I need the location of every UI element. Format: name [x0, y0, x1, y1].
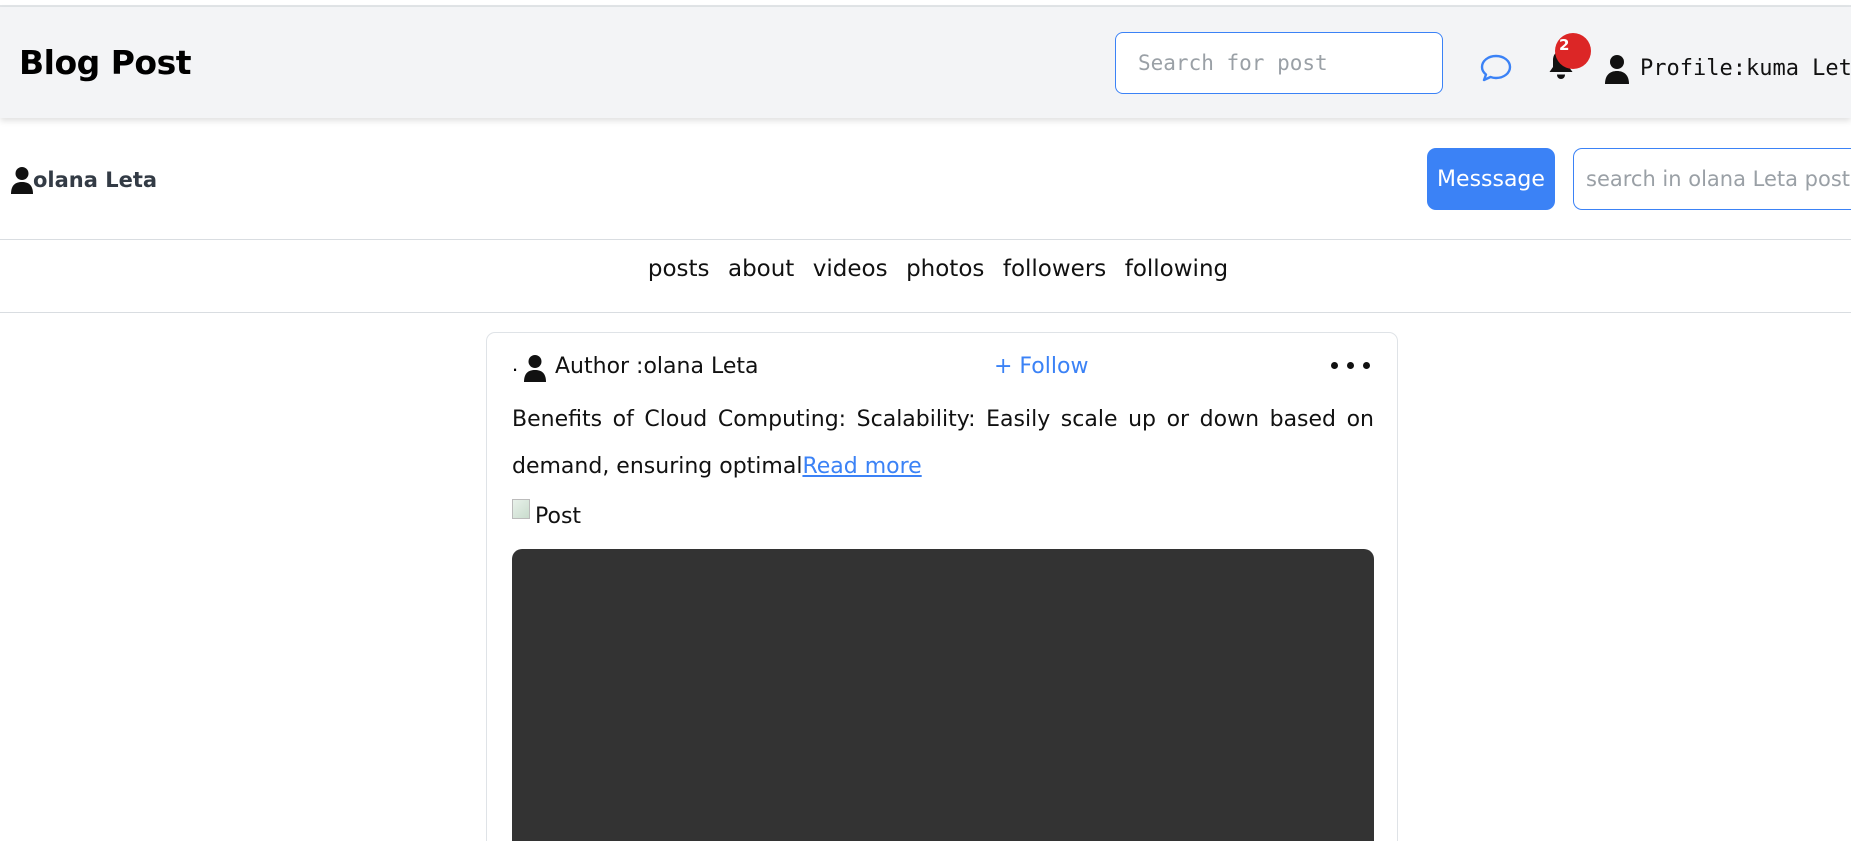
broken-image-icon	[512, 499, 530, 519]
read-more-link[interactable]: Read more	[802, 454, 921, 479]
post-video[interactable]	[512, 549, 1374, 841]
profile-user-name: olana Leta	[33, 168, 158, 192]
post-lead-dot: .	[512, 351, 519, 376]
post-search-input[interactable]	[1115, 32, 1443, 94]
tab-photos[interactable]: photos	[906, 256, 984, 282]
brand-title[interactable]: Blog Post	[19, 43, 192, 82]
message-button[interactable]: Messsage	[1427, 148, 1555, 210]
tab-posts[interactable]: posts	[648, 256, 710, 282]
post-excerpt: Benefits of Cloud Computing: Scalability…	[512, 396, 1374, 490]
more-dots-icon[interactable]	[1329, 360, 1373, 372]
follow-button[interactable]: + Follow	[994, 354, 1088, 379]
top-navbar: Blog Post 2 Profile:kuma Leta	[0, 7, 1851, 118]
top-border	[0, 0, 1851, 7]
profile-tabs: posts about videos photos followers foll…	[0, 256, 1851, 282]
tab-followers[interactable]: followers	[1003, 256, 1106, 282]
post-card: . Author :olana Leta + Follow Benefits o…	[486, 332, 1398, 841]
tab-about[interactable]: about	[728, 256, 794, 282]
profile-link[interactable]: Profile:kuma Leta	[1640, 56, 1851, 81]
post-body-text: Benefits of Cloud Computing: Scalability…	[512, 407, 1374, 479]
tab-videos[interactable]: videos	[813, 256, 888, 282]
post-image-alt: Post	[535, 504, 582, 529]
person-icon	[11, 167, 33, 194]
person-icon	[1605, 55, 1629, 84]
divider	[0, 239, 1851, 240]
tab-following[interactable]: following	[1125, 256, 1228, 282]
divider	[0, 312, 1851, 313]
person-icon	[524, 355, 546, 382]
user-post-search-input[interactable]	[1573, 148, 1851, 210]
chat-bubble-icon[interactable]	[1479, 50, 1513, 84]
notification-badge[interactable]: 2	[1555, 33, 1591, 69]
post-author[interactable]: Author :olana Leta	[555, 354, 758, 379]
